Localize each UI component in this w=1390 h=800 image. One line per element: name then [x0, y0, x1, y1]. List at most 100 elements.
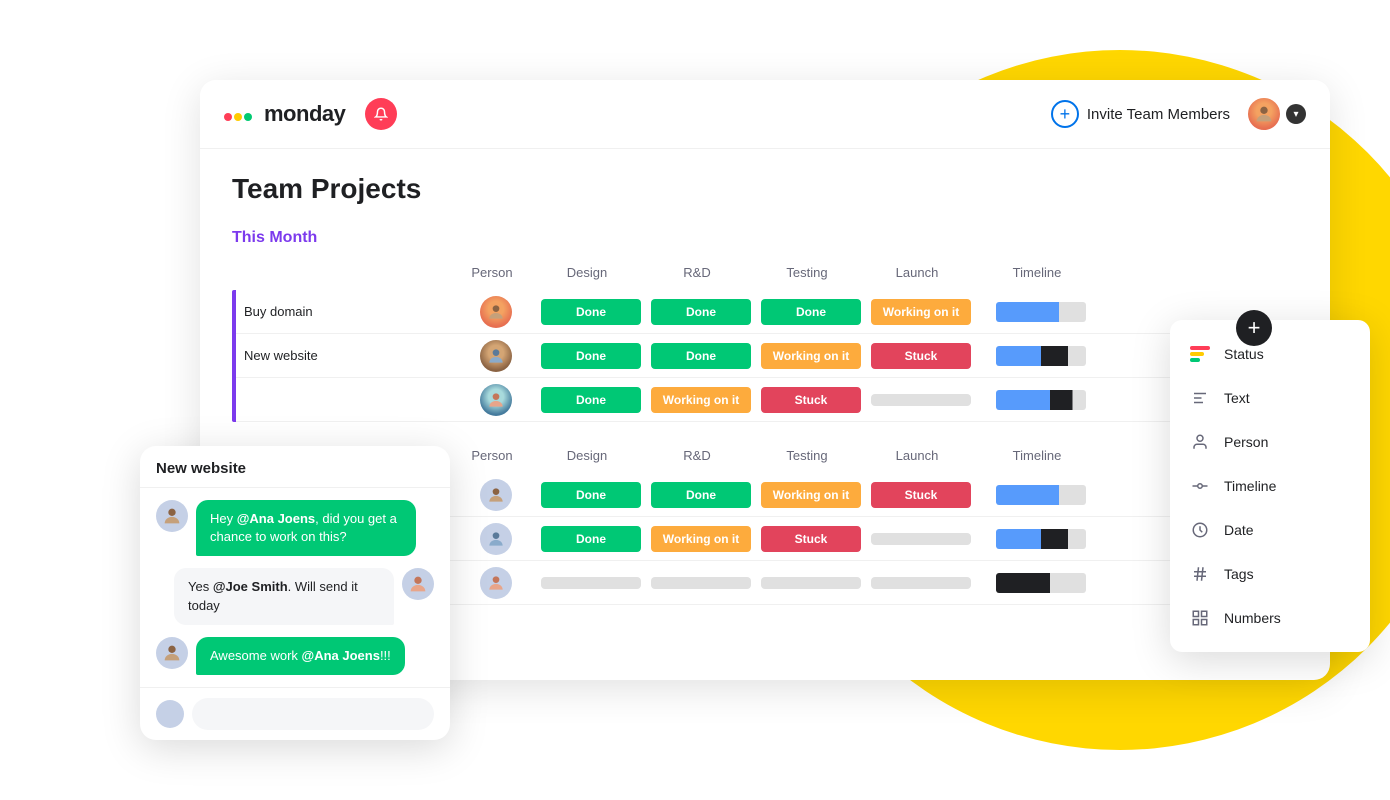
- launch-status: [866, 531, 976, 547]
- bars-icon: [1188, 342, 1212, 366]
- status-badge-working: Working on it: [651, 526, 751, 552]
- status-badge-working: Working on it: [651, 387, 751, 413]
- person-icon: [486, 485, 506, 505]
- menu-label-tags: Tags: [1224, 566, 1254, 582]
- mention: @Ana Joens: [237, 511, 315, 526]
- status-badge-done: Done: [541, 387, 641, 413]
- logo-text: monday: [264, 101, 345, 127]
- rd-status: Working on it: [646, 524, 756, 554]
- status-badge-stuck: Stuck: [871, 482, 971, 508]
- main-container: monday + Invite Team Members: [160, 80, 1330, 720]
- status-badge-done: Done: [541, 482, 641, 508]
- timeline-cell: [976, 346, 1106, 366]
- row-name: Buy domain: [236, 304, 456, 319]
- menu-item-numbers[interactable]: Numbers: [1170, 596, 1370, 640]
- section1-rows: Buy domain Done: [236, 290, 1298, 422]
- invite-label: Invite Team Members: [1087, 106, 1230, 123]
- design-status: Done: [536, 385, 646, 415]
- row-person: [456, 340, 536, 372]
- status-badge-working: Working on it: [871, 299, 971, 325]
- column-menu: Status Text Person: [1170, 320, 1370, 652]
- board-header: monday + Invite Team Members: [200, 80, 1330, 149]
- col-header-design: Design: [532, 265, 642, 280]
- person-avatar: [480, 340, 512, 372]
- timeline-bar-dark: [996, 573, 1086, 593]
- testing-status: Stuck: [756, 524, 866, 554]
- menu-item-date[interactable]: Date: [1170, 508, 1370, 552]
- launch-status: Stuck: [866, 480, 976, 510]
- menu-label-status: Status: [1224, 346, 1264, 362]
- timeline-cell: [976, 390, 1106, 410]
- status-badge-working: Working on it: [761, 482, 861, 508]
- header-right: + Invite Team Members ▾: [1051, 96, 1306, 132]
- rd-status: Done: [646, 341, 756, 371]
- row-person: [456, 479, 536, 511]
- table-row: New website Done: [236, 334, 1298, 378]
- monday-logo-svg: [224, 103, 256, 125]
- avatar-face-icon: [407, 573, 429, 595]
- chat-bubble: Awesome work @Ana Joens!!!: [196, 637, 405, 675]
- timeline-cell: [976, 573, 1106, 593]
- col-header-launch: Launch: [862, 265, 972, 280]
- col-header-testing: Testing: [752, 265, 862, 280]
- mention: @Joe Smith: [213, 579, 288, 594]
- logo-dots: [224, 103, 256, 125]
- table-row: Buy domain Done: [236, 290, 1298, 334]
- avatar-face-icon: [161, 642, 183, 664]
- chat-bubble: Yes @Joe Smith. Will send it today: [174, 568, 394, 624]
- user-avatar-group: ▾: [1246, 96, 1306, 132]
- menu-item-text[interactable]: Text: [1170, 376, 1370, 420]
- chat-input-bar[interactable]: [192, 698, 434, 730]
- status-badge-empty: [871, 577, 971, 589]
- launch-status: [866, 392, 976, 408]
- row-person: [456, 567, 536, 599]
- menu-label-numbers: Numbers: [1224, 610, 1281, 626]
- testing-status: Done: [756, 297, 866, 327]
- status-badge-done: Done: [761, 299, 861, 325]
- avatar-dropdown[interactable]: ▾: [1286, 104, 1306, 124]
- table-header-row: Person Design R&D Testing Launch Timelin…: [232, 259, 1298, 286]
- invite-team-button[interactable]: + Invite Team Members: [1051, 100, 1230, 128]
- row-person: [456, 384, 536, 416]
- person-icon: [486, 390, 506, 410]
- timeline-bar: [996, 302, 1086, 322]
- chat-message: Hey @Ana Joens, did you get a chance to …: [156, 500, 434, 556]
- col-header-rd: R&D: [642, 265, 752, 280]
- col-header-rd: R&D: [642, 448, 752, 463]
- design-status: Done: [536, 524, 646, 554]
- design-status: Done: [536, 341, 646, 371]
- launch-status: Stuck: [866, 341, 976, 371]
- person-menu-icon: [1188, 430, 1212, 454]
- chat-avatar: [156, 500, 188, 532]
- person-icon: [486, 346, 506, 366]
- launch-status: Working on it: [866, 297, 976, 327]
- person-avatar: [480, 296, 512, 328]
- person-icon: [486, 529, 506, 549]
- design-status: Done: [536, 297, 646, 327]
- status-badge-empty: [541, 577, 641, 589]
- timeline-cell: [976, 302, 1106, 322]
- table-row: Done Working on it Stuck: [236, 378, 1298, 422]
- menu-item-person[interactable]: Person: [1170, 420, 1370, 464]
- menu-item-tags[interactable]: Tags: [1170, 552, 1370, 596]
- hash-icon: [1188, 562, 1212, 586]
- user-face-icon: [1253, 103, 1275, 125]
- menu-label-person: Person: [1224, 434, 1268, 450]
- testing-status: [756, 575, 866, 591]
- chat-avatar: [156, 637, 188, 669]
- testing-status: Working on it: [756, 480, 866, 510]
- status-badge-empty: [651, 577, 751, 589]
- avatar-user[interactable]: [1246, 96, 1282, 132]
- status-badge-empty: [871, 394, 971, 406]
- status-badge-done: Done: [651, 343, 751, 369]
- invite-plus-icon: +: [1051, 100, 1079, 128]
- col-header-person: Person: [452, 265, 532, 280]
- chat-title: New website: [140, 446, 450, 488]
- timeline-cell: [976, 485, 1106, 505]
- notification-bell[interactable]: [365, 98, 397, 130]
- status-badge-done: Done: [541, 526, 641, 552]
- add-column-button[interactable]: +: [1236, 310, 1272, 346]
- menu-item-timeline[interactable]: Timeline: [1170, 464, 1370, 508]
- chat-messages: Hey @Ana Joens, did you get a chance to …: [140, 488, 450, 687]
- testing-status: Working on it: [756, 341, 866, 371]
